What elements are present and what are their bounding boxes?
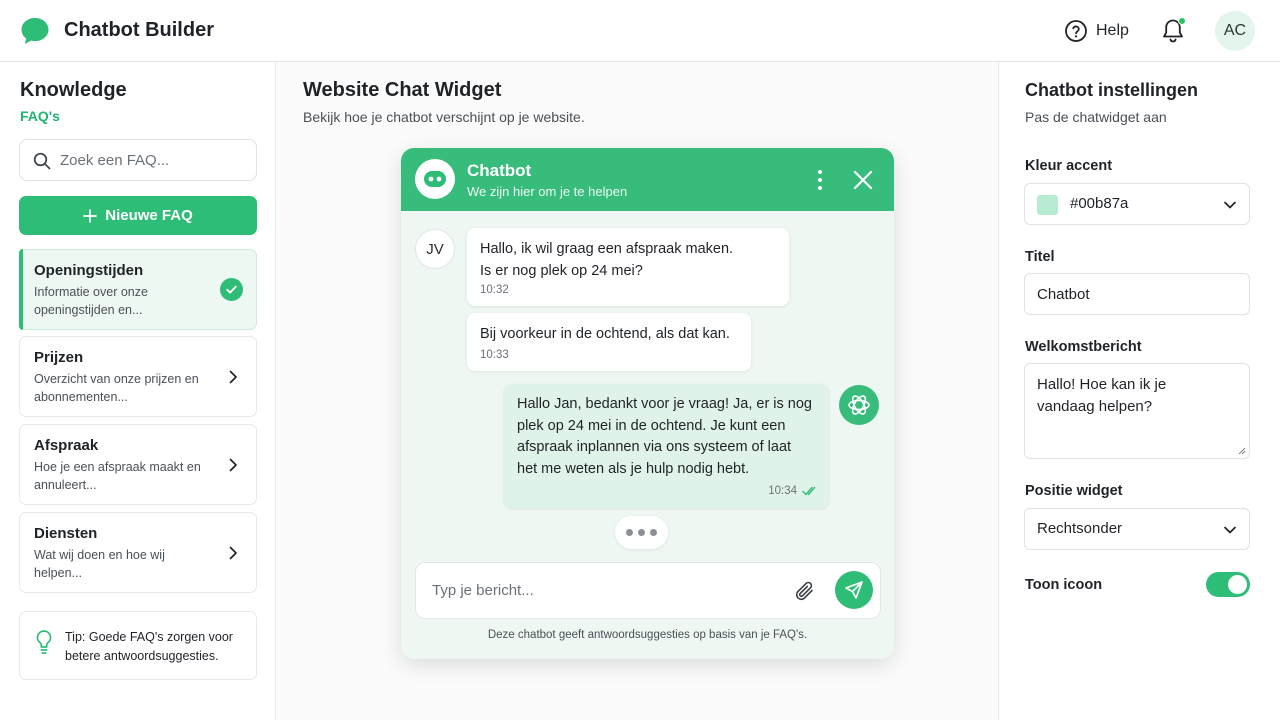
main-panel: Website Chat Widget Bekijk hoe je chatbo… [277, 62, 997, 720]
paperclip-icon[interactable] [794, 579, 816, 603]
widget-subtitle: We zijn hier om je te helpen [467, 184, 628, 199]
faq-item-title: Diensten [34, 525, 98, 542]
chevron-right-icon [229, 458, 237, 472]
typing-indicator [615, 516, 668, 549]
search-icon [33, 152, 51, 170]
tip-card: Tip: Goede FAQ's zorgen voor betere antw… [19, 611, 257, 680]
new-faq-button[interactable]: Nieuwe FAQ [19, 196, 257, 235]
settings-panel: Chatbot instellingen Pas de chatwidget a… [998, 62, 1280, 720]
lightbulb-icon [36, 630, 52, 654]
chat-widget-preview: Chatbot We zijn hier om je te helpen JV … [401, 148, 894, 659]
title-label: Titel [1025, 249, 1055, 265]
faq-item-description: Hoe je een afspraak maakt en annuleert..… [34, 460, 201, 492]
position-select[interactable]: Rechtsonder [1024, 508, 1250, 550]
notification-dot [1178, 17, 1186, 25]
faq-item-afspraak[interactable]: Afspraak Hoe je een afspraak maakt en an… [19, 424, 257, 505]
plus-icon [83, 208, 98, 223]
ai-knot-icon [848, 395, 870, 415]
accent-color-value: #00b87a [1070, 195, 1129, 212]
typing-dot [650, 529, 657, 536]
title-input[interactable] [1037, 274, 1237, 314]
more-vertical-icon[interactable] [812, 168, 828, 192]
notifications-button[interactable] [1160, 17, 1186, 45]
page-title: Website Chat Widget [303, 79, 502, 101]
double-check-icon [802, 486, 816, 496]
message-text: Bij voorkeur in de ochtend, als dat kan. [480, 326, 730, 342]
check-circle-icon [220, 278, 243, 301]
widget-footer: Deze chatbot geeft antwoordsuggesties op… [487, 629, 808, 641]
widget-title: Chatbot [467, 161, 532, 180]
faq-search [19, 139, 257, 181]
settings-subtitle: Pas de chatwidget aan [1025, 109, 1167, 125]
toggle-knob [1228, 575, 1247, 594]
bot-message-avatar [839, 385, 879, 425]
color-swatch [1037, 195, 1058, 215]
bot-avatar [415, 159, 455, 199]
accent-color-select[interactable]: #00b87a [1024, 183, 1250, 225]
bot-face-icon [424, 171, 446, 187]
chevron-down-icon [1224, 526, 1236, 534]
faq-item-diensten[interactable]: Diensten Wat wij doen en hoe wij helpen.… [19, 512, 257, 593]
welcome-textarea[interactable]: Hallo! Hoe kan ik je vandaag helpen? [1024, 363, 1250, 459]
sidebar-subtitle: FAQ's [20, 108, 60, 124]
tip-text: Tip: Goede FAQ's zorgen voor betere antw… [65, 630, 233, 663]
faq-item-description: Informatie over onze openingstijden en..… [34, 285, 148, 317]
top-bar: Chatbot Builder Help AC [0, 0, 1280, 62]
user-avatar[interactable]: AC [1215, 11, 1255, 51]
help-button[interactable]: Help [1064, 18, 1129, 44]
widget-header: Chatbot We zijn hier om je te helpen [401, 148, 894, 211]
help-circle-icon [1065, 20, 1087, 42]
resize-handle-icon[interactable] [1238, 447, 1246, 455]
chevron-down-icon [1224, 201, 1236, 209]
message-composer [415, 562, 881, 619]
title-field [1024, 273, 1250, 315]
faq-item-description: Wat wij doen en hoe wij helpen... [34, 548, 165, 580]
chat-bubble-logo-icon [21, 18, 49, 44]
faq-item-description: Overzicht van onze prijzen en abonnement… [34, 372, 199, 404]
message-input[interactable] [432, 563, 772, 618]
show-icon-toggle[interactable] [1206, 572, 1250, 597]
knowledge-sidebar: Knowledge FAQ's Nieuwe FAQ Openingstijde… [0, 62, 276, 720]
faq-item-openingstijden[interactable]: Openingstijden Informatie over onze open… [19, 249, 257, 330]
accent-label: Kleur accent [1025, 158, 1113, 174]
faq-item-title: Afspraak [34, 437, 99, 454]
help-label: Help [1096, 22, 1129, 39]
show-icon-label: Toon icoon [1025, 577, 1103, 593]
bot-message: Hallo Jan, bedankt voor je vraag! Ja, er… [504, 384, 829, 508]
welcome-text: Hallo! Hoe kan ik je vandaag helpen? [1037, 376, 1167, 415]
message-time: 10:32 [480, 284, 509, 296]
user-message: Bij voorkeur in de ochtend, als dat kan.… [467, 313, 751, 371]
chevron-right-icon [229, 370, 237, 384]
typing-dot [626, 529, 633, 536]
faq-item-title: Openingstijden [34, 262, 144, 279]
close-icon[interactable] [852, 169, 874, 191]
message-time: 10:34 [768, 485, 797, 497]
faq-search-input[interactable] [60, 140, 250, 180]
app-title: Chatbot Builder [64, 19, 214, 41]
faq-item-title: Prijzen [34, 349, 84, 366]
send-button[interactable] [835, 571, 873, 609]
message-text: Hallo, ik wil graag een afspraak maken. … [480, 241, 734, 279]
chat-user-avatar: JV [415, 229, 455, 269]
position-value: Rechtsonder [1037, 520, 1123, 537]
message-text: Hallo Jan, bedankt voor je vraag! Ja, er… [517, 396, 812, 477]
page-subtitle: Bekijk hoe je chatbot verschijnt op je w… [303, 109, 585, 125]
typing-dot [638, 529, 645, 536]
position-label: Positie widget [1025, 483, 1123, 499]
chevron-right-icon [229, 546, 237, 560]
faq-item-prijzen[interactable]: Prijzen Overzicht van onze prijzen en ab… [19, 336, 257, 417]
settings-title: Chatbot instellingen [1025, 80, 1198, 100]
sidebar-title: Knowledge [20, 79, 127, 101]
user-message: Hallo, ik wil graag een afspraak maken. … [467, 228, 789, 306]
message-time: 10:33 [480, 349, 509, 361]
new-faq-label: Nieuwe FAQ [105, 207, 193, 224]
welcome-label: Welkomstbericht [1025, 339, 1142, 355]
send-icon [845, 581, 863, 599]
